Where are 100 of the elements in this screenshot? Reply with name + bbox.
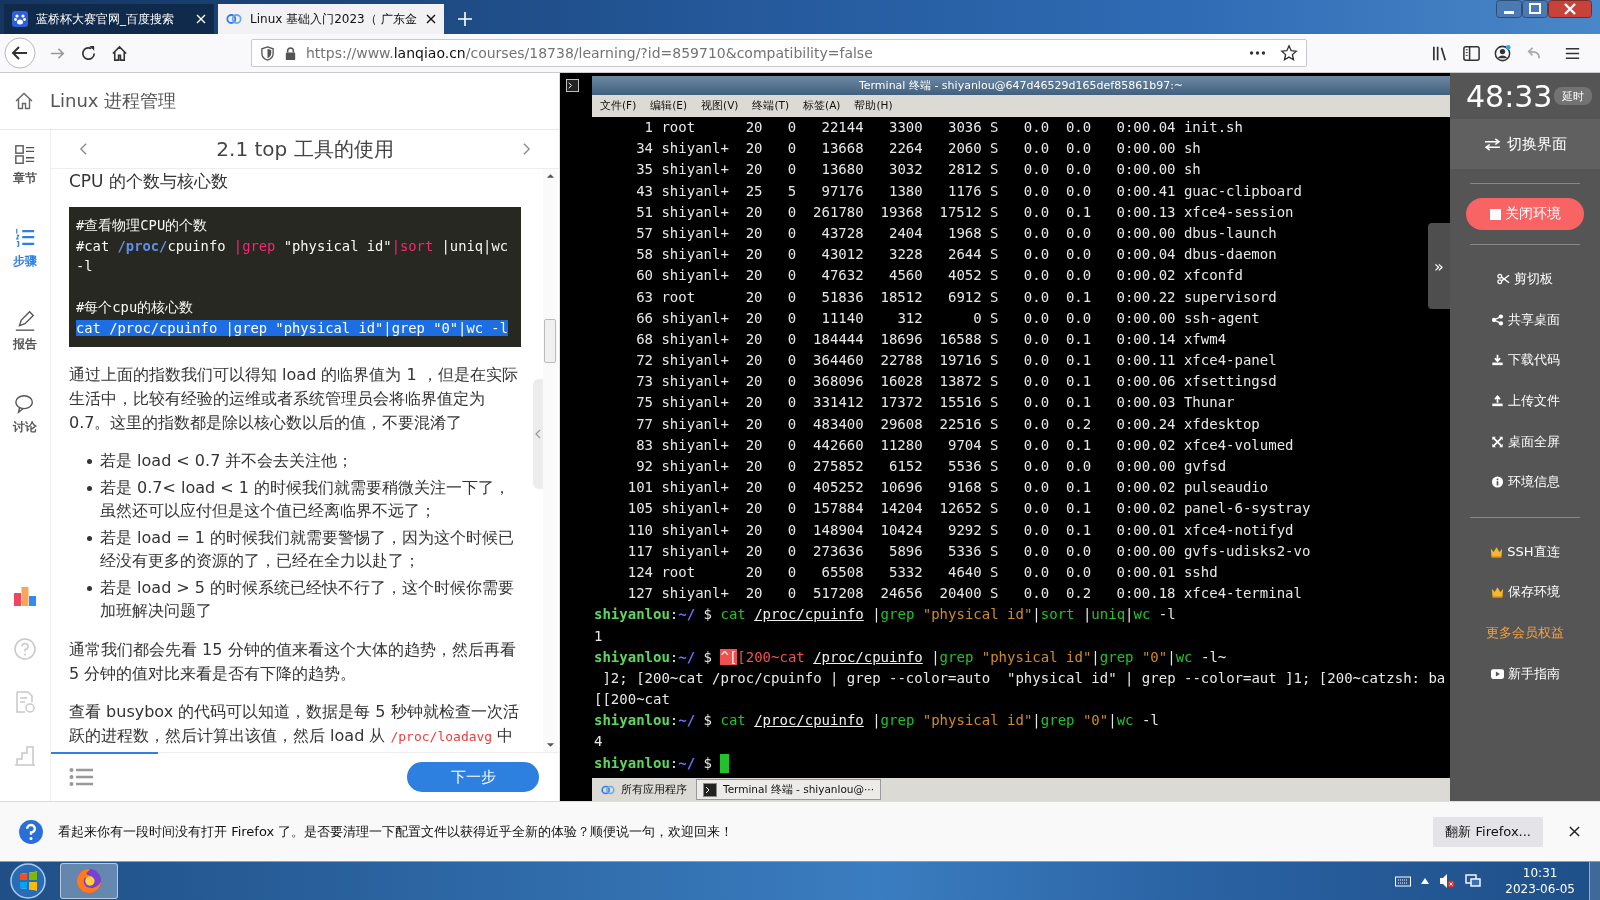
scrollbar[interactable] (543, 169, 557, 752)
home-icon[interactable] (110, 43, 129, 63)
tool-button[interactable]: 上传文件 (1490, 380, 1560, 422)
table-cell-text: shiyanl+ (661, 160, 730, 180)
table-cell-text: 0 (786, 329, 797, 349)
extend-button[interactable]: 延时 (1554, 87, 1592, 105)
home-icon[interactable] (14, 91, 34, 111)
table-cell-text: xfce4-notifyd (1183, 520, 1294, 540)
table-cell-text: S (989, 414, 999, 434)
table-cell-text: 0.0 (1022, 499, 1050, 519)
taskbar-button[interactable] (60, 863, 118, 899)
star-icon[interactable] (1280, 44, 1298, 62)
clock[interactable]: 10:31 2023-06-05 (1505, 865, 1575, 897)
browser-tab[interactable]: Linux 基础入门2023（ 广东金 (218, 4, 444, 34)
menu-item[interactable]: 文件(F) (600, 99, 637, 113)
table-cell-text: 0:00.02 (1115, 478, 1176, 498)
table-cell-text: 0 (786, 372, 797, 392)
table-cell-text: 0.0 (1022, 414, 1050, 434)
bullet-icon (87, 485, 92, 491)
paragraph: 通常我们都会先看 15 分钟的值来看这个大体的趋势，然后再看 5 分钟的值对比来看是否有下降的趋势。 (69, 638, 517, 685)
table-cell-text: 0:00.11 (1115, 351, 1176, 371)
minimize-icon[interactable] (1496, 0, 1522, 18)
expand-handle[interactable]: » (1428, 223, 1450, 309)
table-cell-text: 20400 (938, 584, 982, 604)
scroll-thumb[interactable] (544, 319, 556, 363)
notification-message: 看起来你有一段时间没有打开 Firefox 了。是否要清理一下配置文件以获得近乎全新的体验？顺便说一句，欢迎回来！ (58, 822, 734, 841)
upload-icon (1490, 395, 1504, 408)
table-cell-text: 0.0 (1064, 562, 1092, 582)
next-icon[interactable] (522, 142, 531, 156)
refresh-firefox-button[interactable]: 翻新 Firefox... (1433, 816, 1543, 847)
address-field[interactable]: https://www.lanqiao.cn/courses/18738/learning/?id=859710&compatibility=false (251, 39, 1307, 67)
network-icon[interactable] (1465, 873, 1482, 889)
scroll-up-icon[interactable] (545, 173, 555, 179)
paragraph: 通过上面的指数我们可以得知 load 的临界值为 1 ，但是在实际生活中，比较有经验的运维或者系统管理员会将临界值定为 0.7。这里的指数都是除以核心数以后的值，不要混淆了 (69, 363, 519, 434)
table-cell-text: S (989, 499, 999, 519)
plus-icon[interactable] (458, 12, 472, 26)
terminal-line: 1 (594, 626, 603, 646)
terminal-line: shiyanlou:~/ $ (594, 753, 713, 773)
account-icon[interactable] (1493, 43, 1512, 63)
close-icon[interactable] (1569, 826, 1580, 837)
ranking-icon[interactable] (13, 584, 37, 608)
table-cell-text: 58 (635, 245, 653, 265)
table-cell-text: shiyanl+ (661, 499, 730, 519)
table-cell-text: 0.0 (1022, 202, 1050, 222)
tab-title: Linux 基础入门2023（ 广东金 (250, 10, 418, 28)
menu-item[interactable]: 视图(V) (701, 99, 739, 113)
nav-tab[interactable]: 章节 (5, 144, 45, 227)
speaker-muted-icon[interactable] (1439, 873, 1456, 889)
sidebar-icon[interactable] (1462, 43, 1481, 63)
close-icon[interactable] (426, 14, 436, 24)
tool-button[interactable]: 下载代码 (1490, 340, 1560, 381)
close-icon[interactable] (1548, 0, 1592, 18)
table-cell-text: shiyanl+ (661, 393, 730, 413)
menu-item[interactable]: 帮助(H) (854, 99, 893, 113)
menu-item[interactable]: 编辑(E) (650, 99, 688, 113)
caret-icon[interactable] (1421, 878, 1430, 884)
member-button[interactable]: SSH直连 (1490, 531, 1560, 573)
nav-tab[interactable]: 报告 (5, 310, 45, 393)
keyboard-icon[interactable] (1395, 873, 1412, 889)
taskbar-button[interactable]: Terminal 终端 - shiyanlou@··· (696, 779, 882, 800)
nav-tab[interactable]: 讨论 (5, 393, 45, 476)
maximize-icon[interactable] (1522, 0, 1548, 18)
scroll-down-icon[interactable] (545, 742, 555, 748)
collapse-handle[interactable] (533, 379, 543, 489)
table-cell-text: 0:00.04 (1115, 245, 1176, 265)
table-cell-text: 20 (744, 499, 763, 519)
member-button[interactable]: 更多会员权益 (1486, 612, 1564, 654)
table-cell-text: 0 (786, 223, 797, 243)
pencil-icon (14, 310, 36, 332)
terminal-line: shiyanlou:~/ $ cat /proc/cpuinfo |grep "physical id"|grep "0"|wc -l (594, 711, 1159, 731)
table-cell-text: 11280 (879, 435, 923, 455)
menu-item[interactable]: 终端(T) (752, 99, 790, 113)
nav-tab[interactable]: 步骤 (5, 227, 45, 310)
menu-item[interactable]: 标签(A) (803, 99, 841, 113)
table-cell-text: 20 (744, 308, 763, 328)
table-cell-text: 65508 (820, 562, 864, 582)
tool-button[interactable]: 剪切板 (1497, 259, 1553, 300)
tool-button[interactable]: 桌面全屏 (1490, 421, 1560, 462)
start-button[interactable] (10, 863, 46, 899)
tool-button[interactable]: 环境信息 (1490, 461, 1560, 503)
table-cell-text: 20 (744, 202, 763, 222)
table-cell-text: 0.1 (1064, 287, 1092, 307)
member-button[interactable]: 新手指南 (1490, 653, 1560, 694)
terminal-line: [[200~cat (594, 690, 670, 710)
browser-tab[interactable]: 蓝桥杯大赛官网_百度搜索 (4, 4, 214, 34)
back-icon[interactable] (4, 37, 36, 69)
previous-icon[interactable] (79, 142, 88, 156)
list-icon[interactable] (69, 767, 93, 787)
tool-button[interactable]: 共享桌面 (1490, 299, 1560, 341)
taskbar-button[interactable]: 所有应用程序 (594, 779, 694, 800)
table-cell-text: 0 (786, 266, 797, 286)
table-cell-text: 0 (786, 414, 797, 434)
bullet-icon (87, 458, 92, 464)
table-cell-text: 0:00.04 (1115, 118, 1176, 137)
reload-icon[interactable] (79, 43, 98, 63)
next-step-button[interactable]: 下一步 (407, 762, 539, 792)
switch-view-button[interactable]: 切换界面 (1450, 119, 1600, 169)
more-icon[interactable] (1249, 50, 1266, 56)
member-button[interactable]: 保存环境 (1490, 572, 1560, 613)
table-cell-text: 0:00.00 (1115, 541, 1176, 561)
